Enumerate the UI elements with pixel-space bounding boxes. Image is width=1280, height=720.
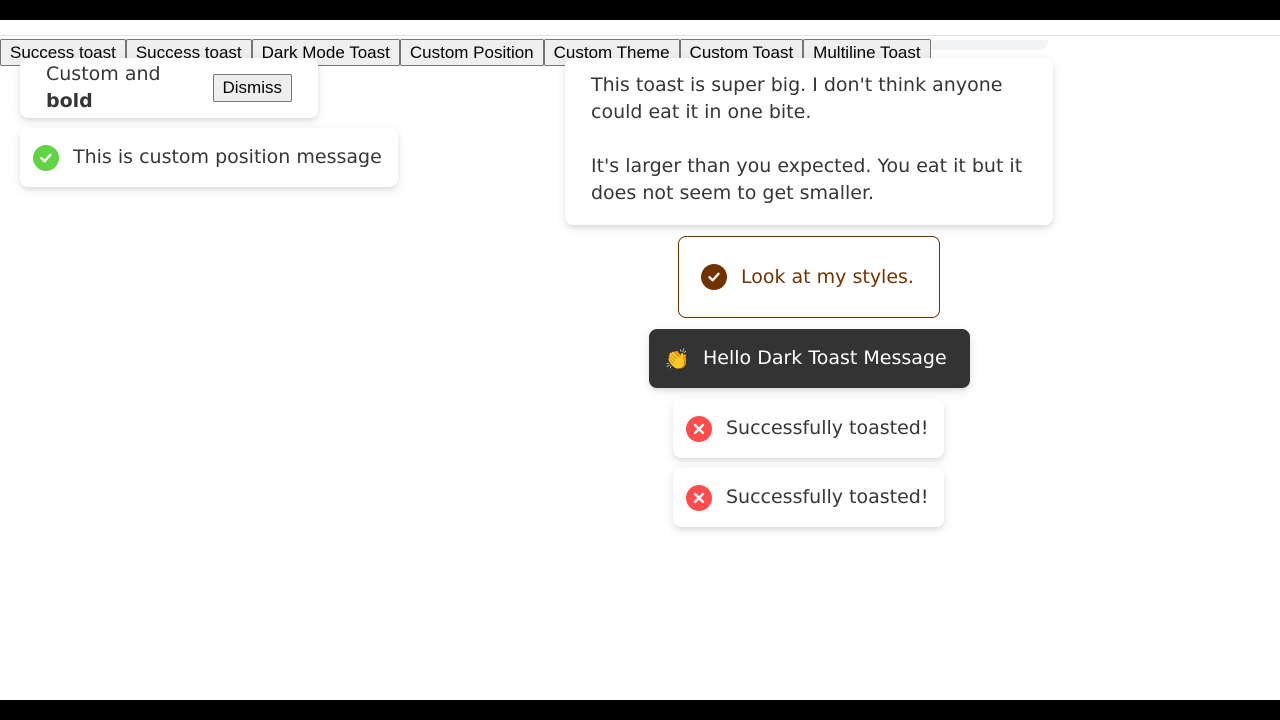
- toast-message: Hello Dark Toast Message: [703, 347, 947, 369]
- custom-position-button[interactable]: Custom Position: [399, 39, 544, 66]
- error-icon: [686, 484, 712, 511]
- multiline-paragraph-2: It's larger than you expected. You eat i…: [591, 155, 1023, 204]
- multiline-paragraph-1: This toast is super big. I don't think a…: [591, 74, 1003, 123]
- clapping-hands-icon: 👏: [664, 346, 690, 371]
- error-icon: [686, 415, 712, 442]
- checkmark-icon: [701, 264, 727, 290]
- toast-message: Look at my styles.: [741, 265, 914, 288]
- custom-toast: Custom and bold Dismiss: [20, 58, 318, 118]
- multiline-toast: This toast is super big. I don't think a…: [565, 58, 1053, 225]
- error-toast: Successfully toasted!: [673, 468, 944, 527]
- toast-message: Successfully toasted!: [726, 486, 929, 508]
- browser-chrome-strip: [0, 20, 1280, 50]
- dark-mode-toast: 👏 Hello Dark Toast Message: [649, 329, 970, 388]
- dismiss-button[interactable]: Dismiss: [212, 74, 292, 102]
- error-toast: Successfully toasted!: [673, 399, 944, 458]
- custom-toast-text: Custom and bold: [46, 63, 161, 112]
- custom-position-toast: This is custom position message: [20, 128, 398, 187]
- toast-message: Successfully toasted!: [726, 417, 929, 439]
- toast-message: This is custom position message: [73, 146, 382, 168]
- custom-theme-toast: Look at my styles.: [678, 236, 940, 318]
- top-black-bar: [0, 0, 1280, 20]
- checkmark-icon: [33, 144, 59, 171]
- bottom-black-bar: [0, 700, 1280, 720]
